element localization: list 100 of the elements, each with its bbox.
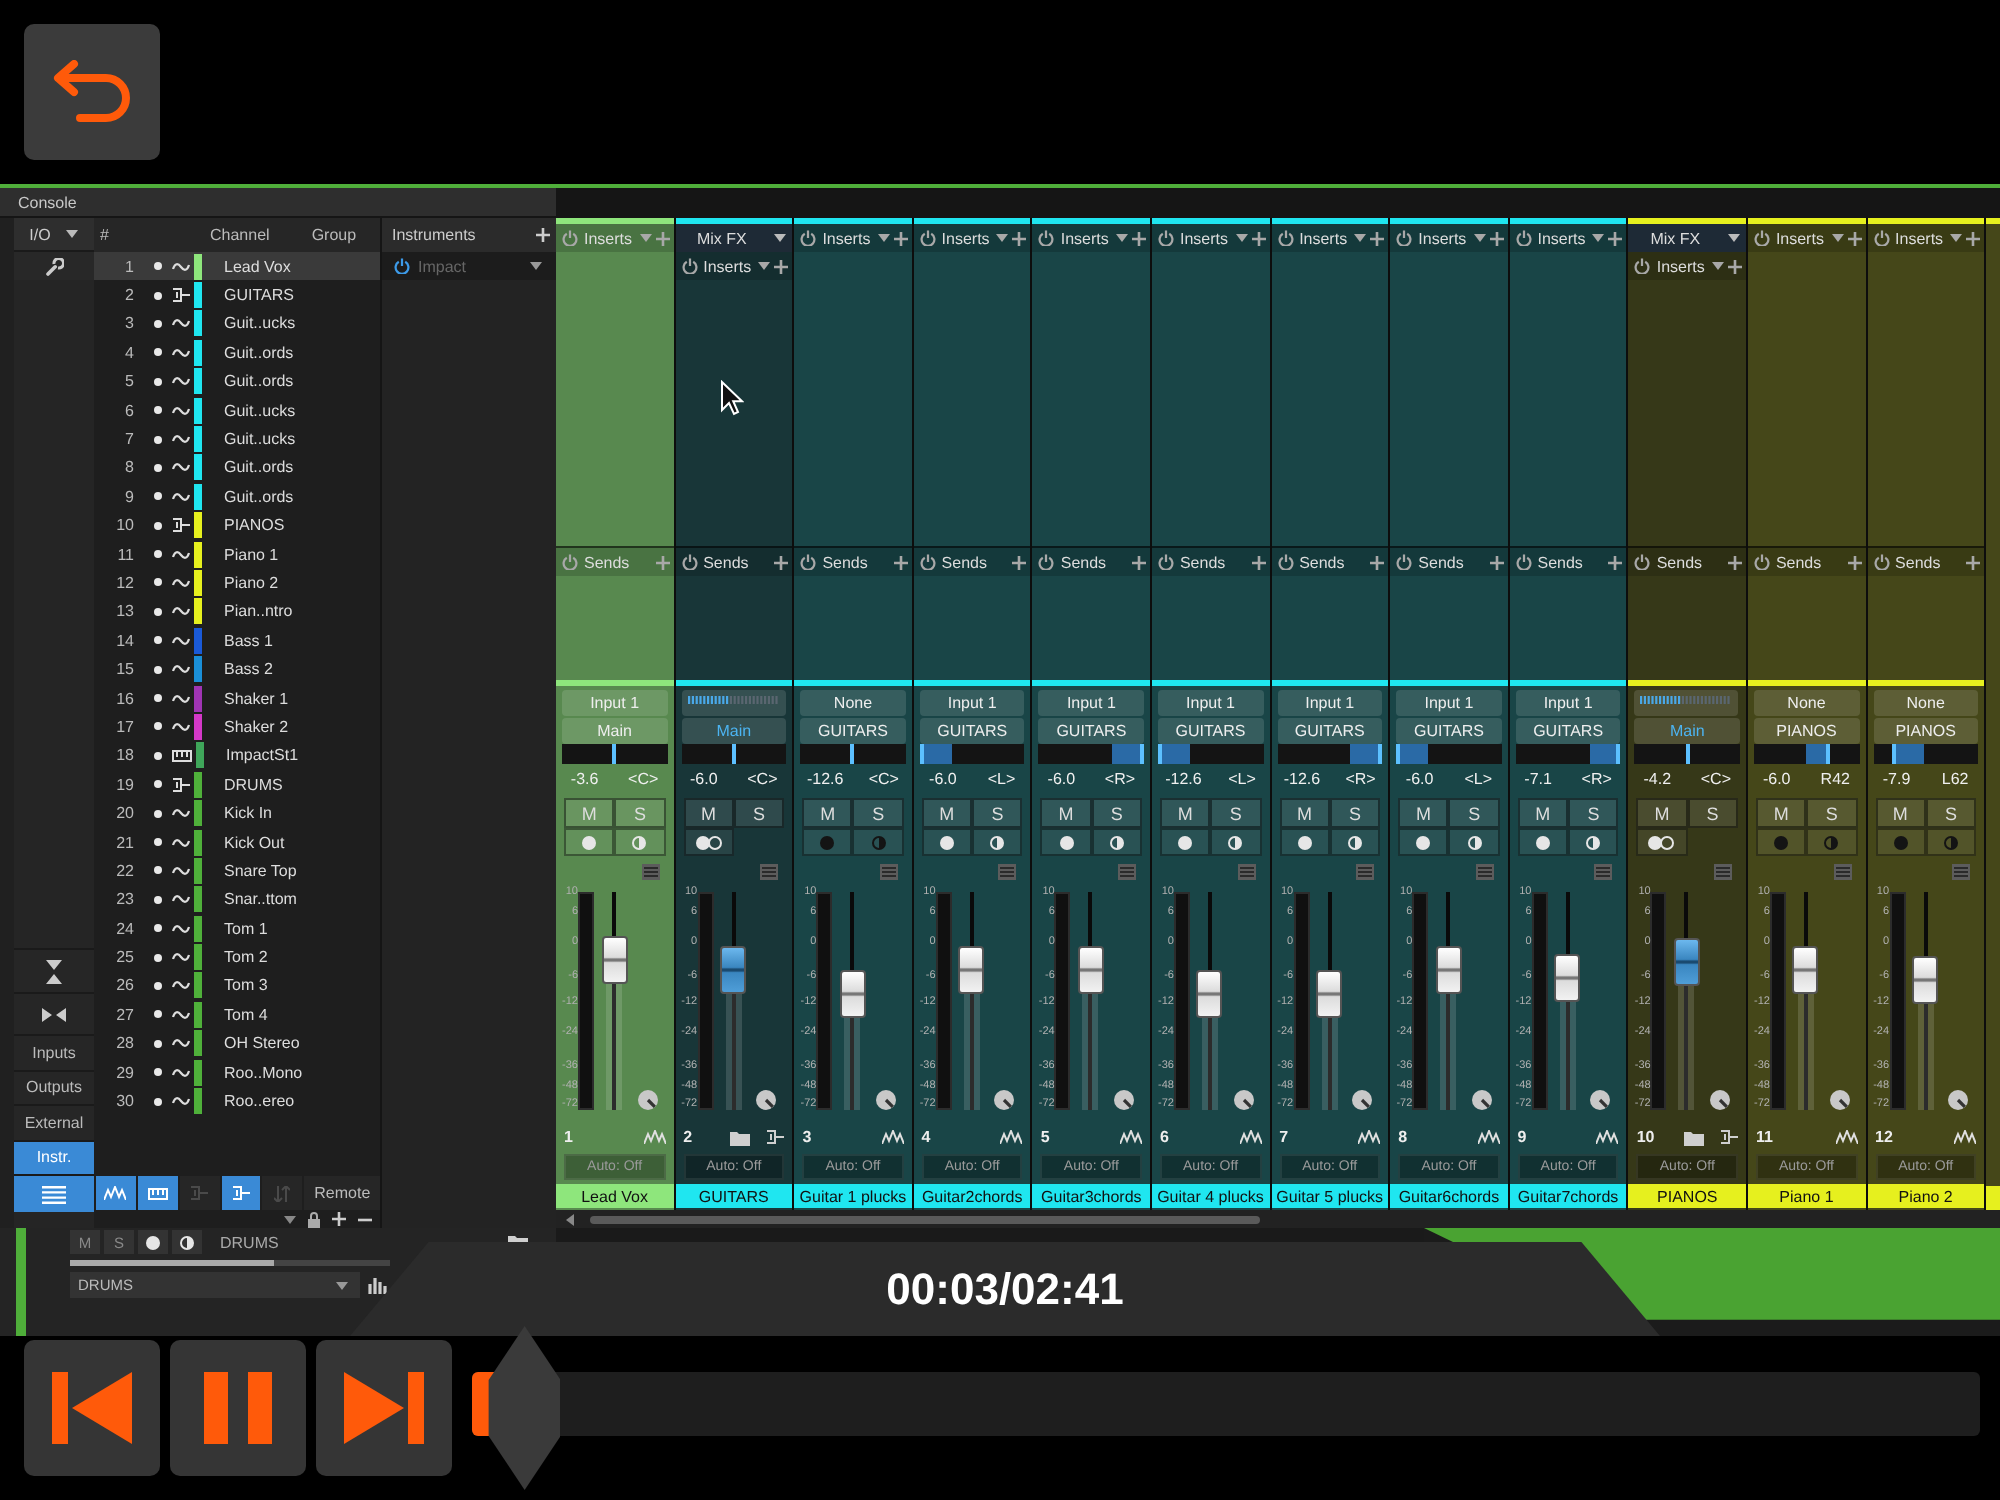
mute-button[interactable]: M [1398,798,1449,828]
caret-icon[interactable] [877,234,890,242]
record-icon[interactable] [1178,835,1193,849]
output-selector[interactable]: GUITARS [919,718,1025,744]
plus-icon[interactable] [1727,555,1742,569]
plus-icon[interactable] [1847,555,1862,569]
dot-icon[interactable] [154,780,162,789]
power-icon[interactable] [1753,554,1770,570]
record-icon[interactable] [1535,835,1550,849]
pan-slider[interactable] [1038,744,1144,764]
solo-button[interactable]: S [1329,798,1381,828]
knob-icon[interactable] [1709,1090,1730,1110]
solo-button[interactable]: S [1687,798,1738,828]
dot-icon[interactable] [154,866,162,875]
knob-icon[interactable] [1471,1090,1492,1110]
output-selector[interactable]: GUITARS [1038,718,1144,744]
output-selector[interactable]: GUITARS [800,718,906,744]
channel-row[interactable]: 13 Pian..ntro [94,597,380,627]
monitor-button[interactable] [1091,828,1142,856]
power-icon[interactable] [681,554,698,570]
lock-icon[interactable] [308,1211,320,1227]
fader-thumb[interactable] [1554,953,1581,1001]
bus-button[interactable] [221,1176,261,1210]
link-icon[interactable] [1648,835,1675,849]
dot-icon[interactable] [154,578,162,587]
sends-header[interactable]: Sends [1271,546,1389,576]
power-icon[interactable] [1515,554,1532,570]
plus-icon[interactable] [1012,555,1027,569]
dot-icon[interactable] [154,722,162,731]
pan-indicator[interactable] [919,744,924,764]
previous-button[interactable] [24,1340,160,1476]
dot-icon[interactable] [154,377,162,386]
input-selector[interactable]: Input 1 [1515,690,1621,716]
output-selector[interactable]: GUITARS [1277,718,1383,744]
pan-slider[interactable] [1277,744,1383,764]
monitor-button[interactable] [1568,828,1619,856]
channel-row[interactable]: 18 ImpactSt1 [94,741,380,771]
link-button[interactable] [683,828,734,856]
pan-slider[interactable] [1753,744,1860,764]
link-icon[interactable] [695,835,722,849]
plus-icon[interactable] [1608,555,1623,569]
mix-fx-dropdown[interactable]: Mix FX [1628,224,1746,252]
dot-icon[interactable] [154,435,162,444]
channel-row[interactable]: 9 Guit..ords [94,482,380,512]
channel-row[interactable]: 5 Guit..ords [94,367,380,396]
caret-icon[interactable] [1592,234,1605,242]
knob-icon[interactable] [1590,1090,1611,1110]
knob-icon[interactable] [1829,1090,1850,1110]
plus-icon[interactable] [332,1212,346,1226]
channel-row[interactable]: 25 Tom 2 [94,942,380,972]
solo-button[interactable]: S [1448,798,1500,828]
caret-icon[interactable] [1711,262,1724,270]
solo-button[interactable]: S [1806,798,1858,828]
power-icon[interactable] [1038,230,1055,246]
progress-track[interactable] [472,1372,1980,1436]
mute-button[interactable]: M [683,798,734,828]
record-icon[interactable] [1416,835,1431,849]
channel-row[interactable]: 6 Guit..ucks [94,395,380,425]
solo-button[interactable]: S [733,798,785,828]
dot-icon[interactable] [154,1010,162,1019]
back-button[interactable] [24,24,160,160]
solo-button[interactable]: S [1568,798,1619,828]
sends-header[interactable]: Sends [794,546,912,576]
fader-thumb[interactable] [839,970,866,1019]
record-icon[interactable] [939,835,954,849]
dot-icon[interactable] [154,607,162,616]
channel-row[interactable]: 10 PIANOS [94,511,380,540]
dot-icon[interactable] [154,1097,162,1106]
wrench-icon[interactable] [45,257,63,275]
pan-slider[interactable] [1157,744,1264,764]
knob-icon[interactable] [637,1090,658,1110]
folder-icon[interactable] [1683,1129,1704,1145]
dot-icon[interactable] [154,521,162,530]
fader-track[interactable] [600,892,628,1110]
channel-row[interactable]: 23 Snar..ttom [94,885,380,914]
plus-icon[interactable] [1727,259,1742,273]
dot-icon[interactable] [154,953,162,962]
link-button[interactable] [1636,828,1688,856]
knob-icon[interactable] [756,1090,777,1110]
fader-thumb[interactable] [1673,937,1700,986]
dot-icon[interactable] [154,981,162,990]
fader-thumb[interactable] [601,935,627,984]
caret-icon[interactable] [758,262,771,270]
plus-icon[interactable] [536,228,550,242]
inserts-header[interactable]: Inserts [913,224,1031,252]
sends-header[interactable]: Sends [1628,546,1746,576]
record-button[interactable] [1040,828,1092,856]
channel-row[interactable]: 24 Tom 1 [94,913,380,943]
knob-icon[interactable] [1352,1090,1373,1110]
inserts-header[interactable]: Inserts [794,224,912,252]
caret-icon[interactable] [1831,234,1844,242]
mute-button[interactable]: M [1279,798,1330,828]
monitor-button[interactable] [614,828,666,856]
plus-icon[interactable] [1370,231,1385,245]
scrollbar-thumb[interactable] [590,1215,1260,1223]
dot-icon[interactable] [154,751,162,760]
channel-row[interactable]: 15 Bass 2 [94,654,380,684]
meter-button[interactable] [96,1176,136,1210]
mute-button[interactable]: M [802,798,853,828]
sends-header[interactable]: Sends [1747,546,1866,576]
